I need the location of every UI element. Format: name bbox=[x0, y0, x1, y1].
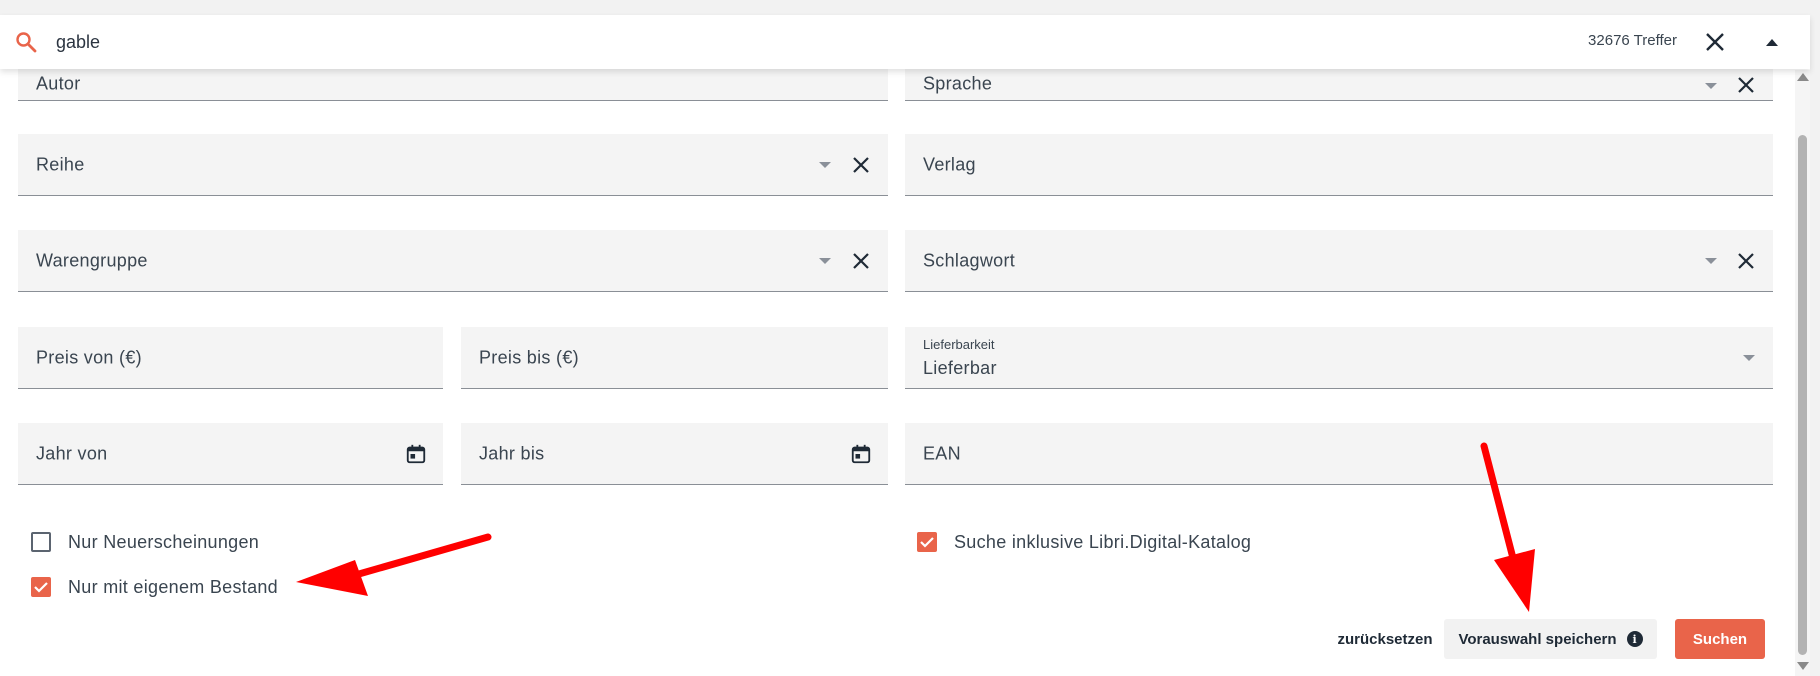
lieferbarkeit-value: Lieferbar bbox=[923, 358, 997, 378]
neuerscheinungen-label: Nur Neuerscheinungen bbox=[68, 532, 260, 552]
jahr-von-field[interactable]: Jahr von bbox=[18, 423, 443, 485]
preis-bis-field[interactable]: Preis bis (€) bbox=[461, 327, 888, 389]
save-preselection-button[interactable]: Vorauswahl speichern i bbox=[1444, 619, 1657, 659]
preis-bis-label: Preis bis (€) bbox=[479, 347, 579, 367]
reihe-dropdown-icon[interactable] bbox=[819, 161, 831, 168]
scroll-down-arrow-icon[interactable] bbox=[1797, 662, 1809, 670]
schlagwort-label: Schlagwort bbox=[923, 250, 1016, 270]
preis-von-label: Preis von (€) bbox=[36, 347, 142, 367]
warengruppe-clear-icon[interactable] bbox=[852, 252, 870, 270]
lieferbarkeit-dropdown-icon[interactable] bbox=[1743, 354, 1755, 361]
neuerscheinungen-checkbox[interactable] bbox=[31, 532, 51, 552]
save-preselection-label: Vorauswahl speichern bbox=[1458, 630, 1617, 648]
eigener-bestand-label: Nur mit eigenem Bestand bbox=[68, 577, 278, 597]
reihe-field[interactable]: Reihe bbox=[18, 134, 888, 196]
advanced-search-panel: Autor Sprache Reihe Verlag Warengruppe S… bbox=[0, 15, 1810, 676]
lieferbarkeit-select[interactable]: Lieferbarkeit Lieferbar bbox=[905, 327, 1773, 389]
search-bar: 32676 Treffer bbox=[0, 15, 1810, 69]
verlag-field[interactable]: Verlag bbox=[905, 134, 1773, 196]
sprache-label: Sprache bbox=[923, 73, 993, 94]
libri-digital-label: Suche inklusive Libri.Digital-Katalog bbox=[954, 532, 1252, 552]
jahr-von-calendar-icon[interactable] bbox=[405, 443, 427, 465]
verlag-label: Verlag bbox=[923, 154, 976, 174]
check-icon bbox=[34, 582, 48, 593]
search-input[interactable] bbox=[56, 27, 756, 57]
collapse-caret-icon[interactable] bbox=[1766, 39, 1778, 46]
search-button[interactable]: Suchen bbox=[1675, 619, 1765, 659]
sprache-clear-icon[interactable] bbox=[1737, 76, 1755, 94]
warengruppe-dropdown-icon[interactable] bbox=[819, 257, 831, 264]
sprache-dropdown-icon[interactable] bbox=[1705, 83, 1717, 89]
reset-button[interactable]: zurücksetzen bbox=[1310, 619, 1460, 659]
ean-field[interactable]: EAN bbox=[905, 423, 1773, 485]
hit-count: 32676 Treffer bbox=[1588, 32, 1677, 49]
jahr-bis-calendar-icon[interactable] bbox=[850, 443, 872, 465]
search-icon bbox=[16, 32, 37, 53]
libri-digital-checkbox[interactable] bbox=[917, 532, 937, 552]
warengruppe-field[interactable]: Warengruppe bbox=[18, 230, 888, 292]
reihe-label: Reihe bbox=[36, 154, 85, 174]
schlagwort-clear-icon[interactable] bbox=[1737, 252, 1755, 270]
scroll-up-arrow-icon[interactable] bbox=[1797, 73, 1809, 81]
jahr-von-label: Jahr von bbox=[36, 443, 108, 463]
scrollbar-thumb[interactable] bbox=[1798, 135, 1807, 655]
close-icon[interactable] bbox=[1704, 31, 1726, 53]
ean-label: EAN bbox=[923, 443, 961, 463]
jahr-bis-label: Jahr bis bbox=[479, 443, 545, 463]
jahr-bis-field[interactable]: Jahr bis bbox=[461, 423, 888, 485]
autor-label: Autor bbox=[36, 73, 81, 94]
preis-von-field[interactable]: Preis von (€) bbox=[18, 327, 443, 389]
warengruppe-label: Warengruppe bbox=[36, 250, 148, 270]
reihe-clear-icon[interactable] bbox=[852, 156, 870, 174]
check-icon bbox=[920, 537, 934, 548]
info-icon[interactable]: i bbox=[1626, 631, 1643, 647]
schlagwort-dropdown-icon[interactable] bbox=[1705, 257, 1717, 264]
eigener-bestand-checkbox[interactable] bbox=[31, 577, 51, 597]
schlagwort-field[interactable]: Schlagwort bbox=[905, 230, 1773, 292]
lieferbarkeit-label: Lieferbarkeit bbox=[923, 337, 995, 352]
